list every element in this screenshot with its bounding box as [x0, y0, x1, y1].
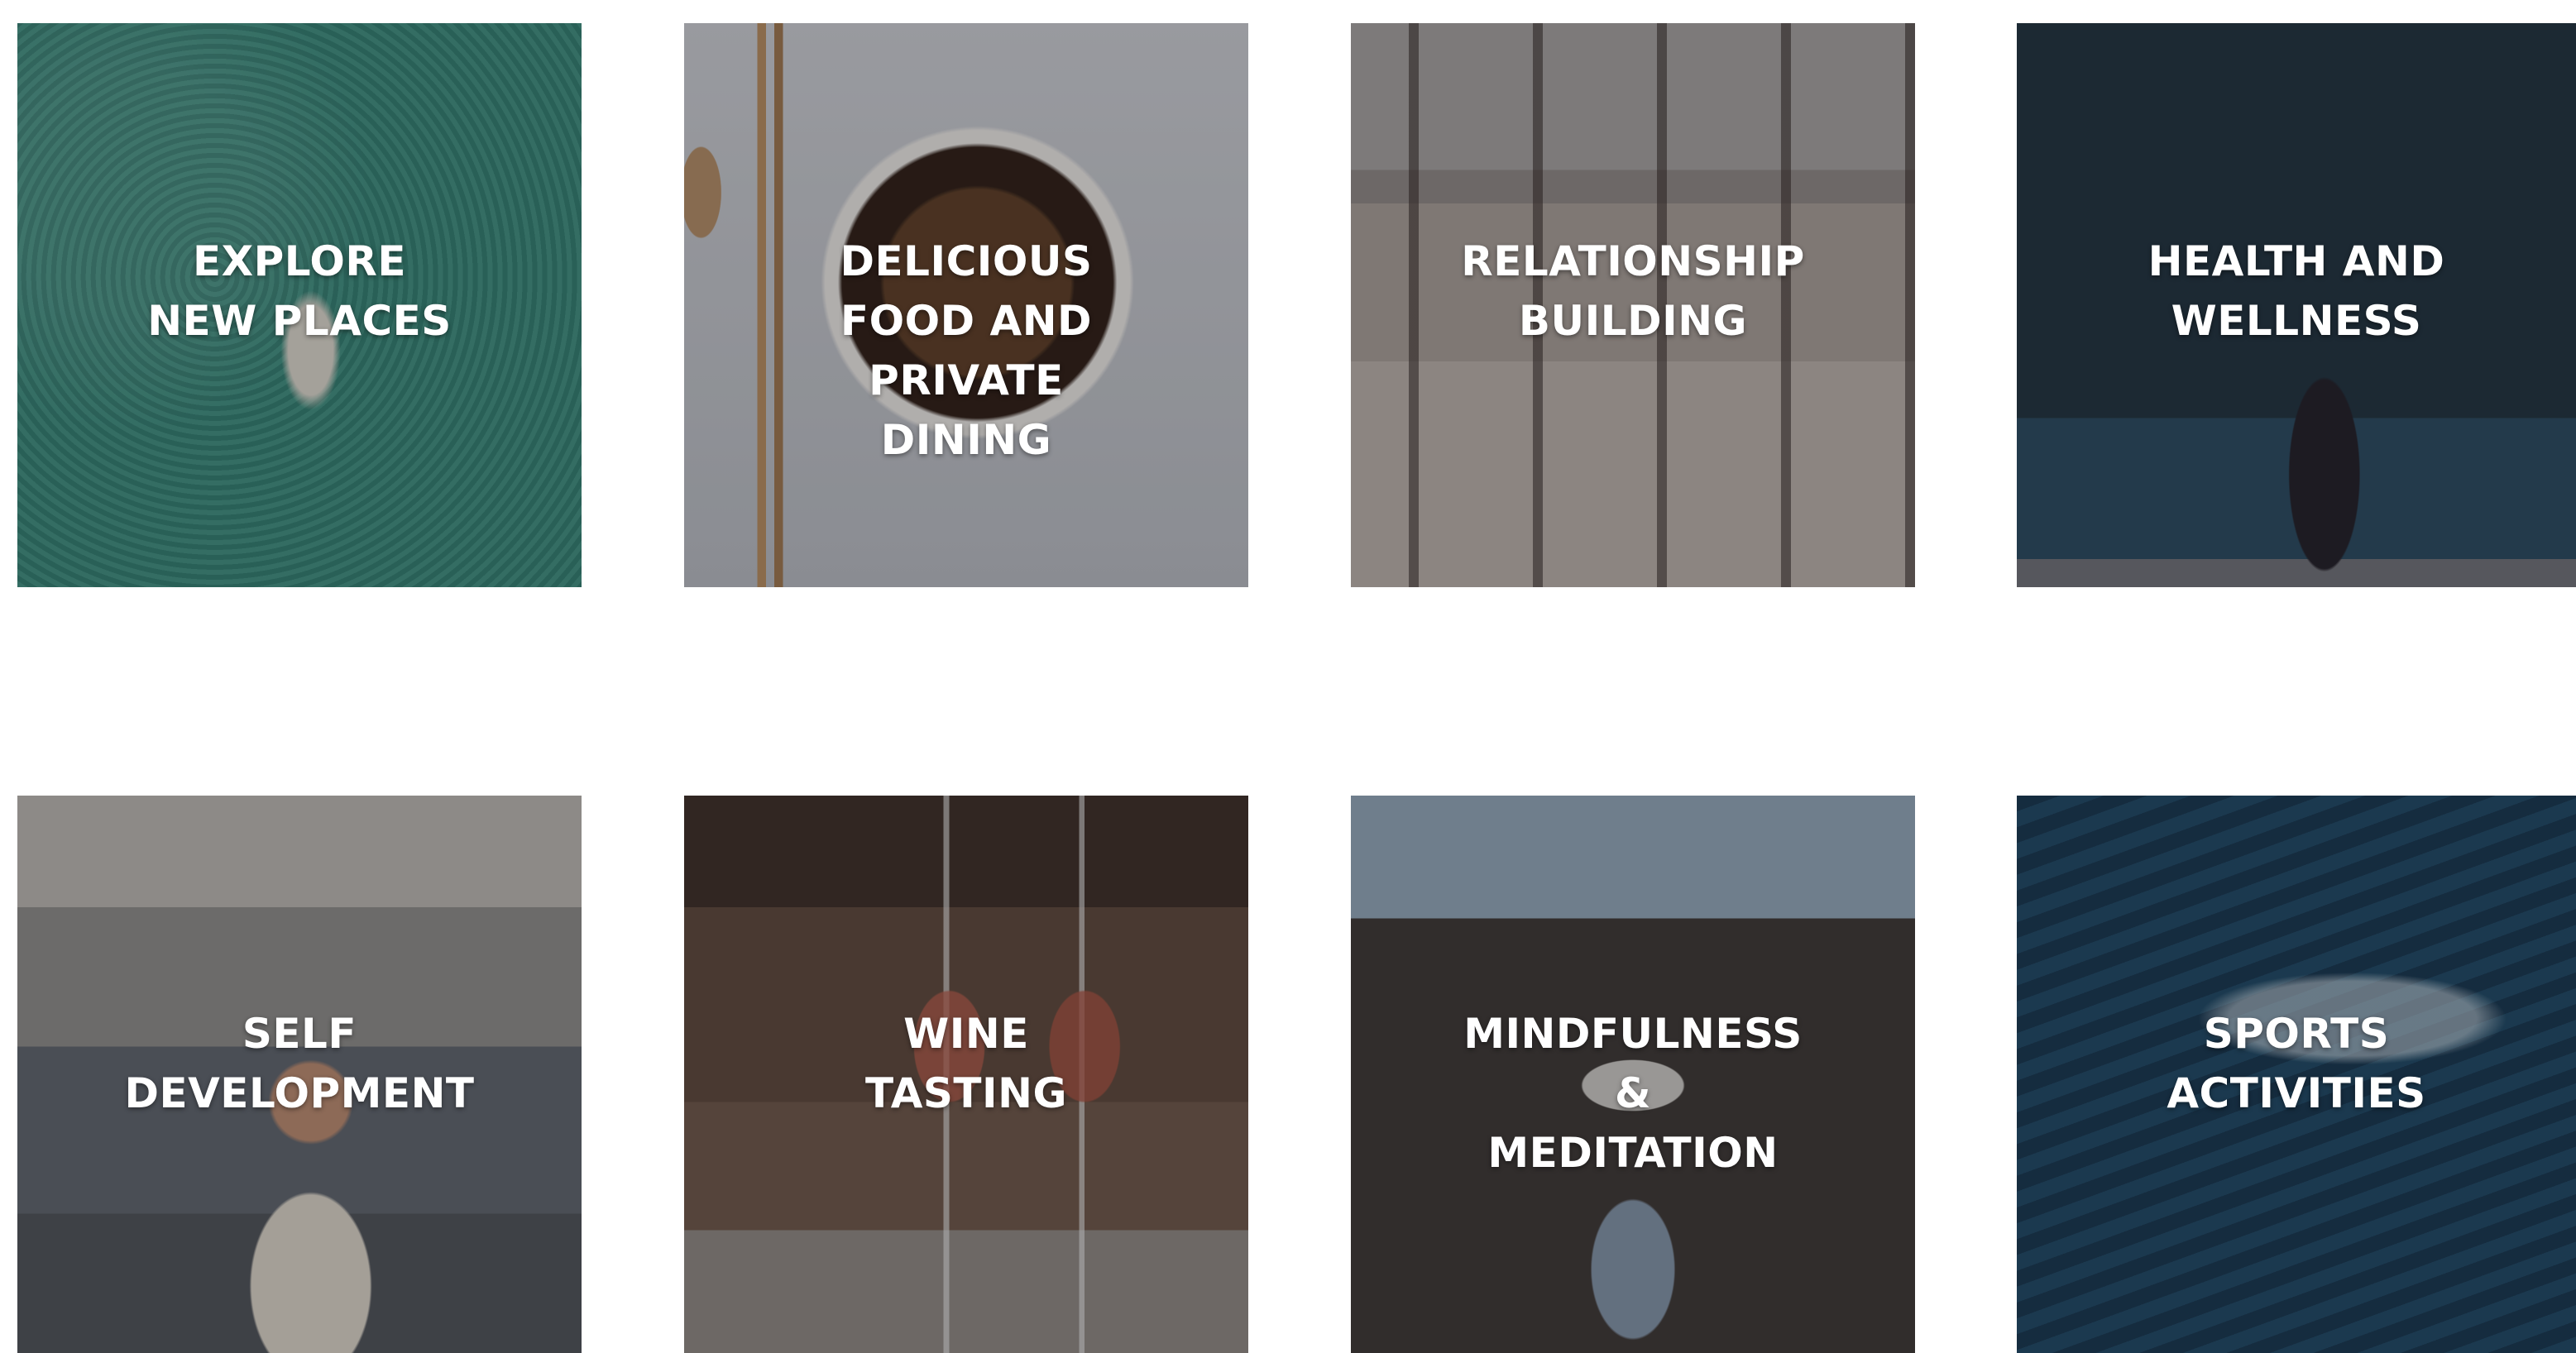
category-grid: EXPLORE NEW PLACES DELICIOUS FOOD AND PR…	[0, 0, 2576, 1353]
tile-sports-activities[interactable]: SPORTS ACTIVITIES	[2017, 796, 2576, 1353]
tile-wine-tasting[interactable]: WINE TASTING	[684, 796, 1248, 1353]
tile-label: WINE TASTING	[864, 1010, 1068, 1117]
tile-label: DELICIOUS FOOD AND PRIVATE DINING	[840, 237, 1093, 464]
tile-health-wellness[interactable]: HEALTH AND WELLNESS	[2017, 23, 2576, 587]
tile-label: EXPLORE NEW PLACES	[147, 237, 452, 345]
tile-self-development[interactable]: SELF DEVELOPMENT	[17, 796, 582, 1353]
tile-mindfulness-meditation[interactable]: MINDFULNESS & MEDITATION	[1351, 796, 1915, 1353]
tile-label: SELF DEVELOPMENT	[124, 1010, 475, 1117]
tile-label: RELATIONSHIP BUILDING	[1461, 237, 1805, 345]
tile-label: SPORTS ACTIVITIES	[2167, 1010, 2426, 1117]
tile-delicious-food[interactable]: DELICIOUS FOOD AND PRIVATE DINING	[684, 23, 1248, 587]
tile-relationship-building[interactable]: RELATIONSHIP BUILDING	[1351, 23, 1915, 587]
tile-label: MINDFULNESS & MEDITATION	[1463, 1010, 1803, 1177]
tile-explore-new-places[interactable]: EXPLORE NEW PLACES	[17, 23, 582, 587]
tile-label: HEALTH AND WELLNESS	[2147, 237, 2445, 345]
